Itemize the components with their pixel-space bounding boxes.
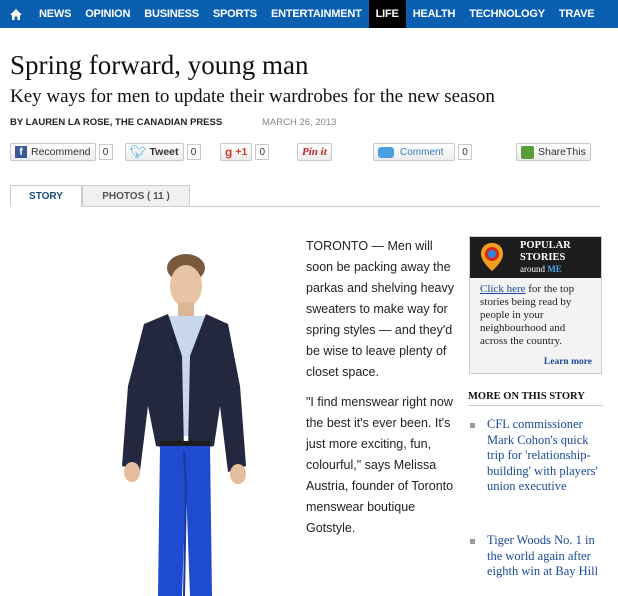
article-title: Spring forward, young man xyxy=(10,50,309,80)
popular-title-line2: STORIES xyxy=(520,252,566,263)
pin-it-button[interactable]: Pin it xyxy=(297,143,332,161)
sharethis-icon xyxy=(521,145,534,159)
nav-item-business[interactable]: BUSINESS xyxy=(137,0,206,28)
nav-item-life[interactable]: LIFE xyxy=(368,0,406,28)
sharethis: ShareThis xyxy=(516,142,591,162)
article-body: TORONTO — Men will soon be packing away … xyxy=(306,236,458,548)
pinterest: Pin it xyxy=(297,142,332,162)
popular-stories-text: Click here for the top stories being rea… xyxy=(470,278,601,348)
tweet-button[interactable]: 🐦︎ Tweet xyxy=(125,143,184,161)
divider xyxy=(468,405,603,406)
tweet-label: Tweet xyxy=(149,146,179,158)
comment-label: Comment xyxy=(400,146,444,158)
sharethis-label: ShareThis xyxy=(538,146,586,158)
tweet-count: 0 xyxy=(186,144,201,160)
around-me: around ME xyxy=(520,264,562,274)
nav-item-health[interactable]: HEALTH xyxy=(406,0,463,28)
learn-more-link[interactable]: Learn more xyxy=(544,357,592,367)
comment-icon xyxy=(378,146,394,158)
article-subtitle: Key ways for men to update their wardrob… xyxy=(10,86,495,107)
bullet-icon xyxy=(470,423,475,428)
location-pin-icon xyxy=(481,243,503,271)
facebook-icon: f xyxy=(15,146,27,158)
recommend-label: Recommend xyxy=(31,146,91,158)
recommend-count: 0 xyxy=(98,144,113,160)
google-plus-button[interactable]: g +1 xyxy=(220,143,253,161)
popular-stories-widget[interactable]: POPULAR STORIES around ME Click here for… xyxy=(469,236,602,374)
comment-count: 0 xyxy=(458,144,472,160)
article-photo[interactable] xyxy=(60,236,292,596)
google-plus-label: +1 xyxy=(235,146,248,158)
nav-item-entertainment[interactable]: ENTERTAINMENT xyxy=(264,0,369,28)
tab-photos[interactable]: PHOTOS ( 11 ) xyxy=(82,185,190,207)
list-item: CFL commissioner Mark Cohon's quick trip… xyxy=(470,417,602,495)
bullet-icon xyxy=(470,539,475,544)
list-item: Tiger Woods No. 1 in the world again aft… xyxy=(470,533,602,580)
popular-stories-header: POPULAR STORIES around ME xyxy=(470,237,601,278)
popular-title: POPULAR STORIES xyxy=(520,240,571,264)
me-label: ME xyxy=(547,264,562,274)
recommend-button[interactable]: f Recommend xyxy=(10,143,96,161)
sharethis-button[interactable]: ShareThis xyxy=(516,143,591,161)
google-plus: g +1 0 xyxy=(220,142,270,162)
google-plus-icon: g xyxy=(225,145,233,159)
nav-item-opinion[interactable]: OPINION xyxy=(78,0,137,28)
home-icon[interactable] xyxy=(0,0,32,28)
article-tabs: STORY PHOTOS ( 11 ) xyxy=(10,185,600,207)
around-label: around xyxy=(520,264,545,274)
google-plus-count: 0 xyxy=(255,144,270,160)
top-nav: NEWS OPINION BUSINESS SPORTS ENTERTAINME… xyxy=(0,0,618,28)
nav-item-news[interactable]: NEWS xyxy=(32,0,78,28)
publish-date: MARCH 26, 2013 xyxy=(262,117,337,128)
pinterest-icon: Pin it xyxy=(302,146,327,158)
comments: Comment 0 xyxy=(373,142,472,162)
facebook-recommend: f Recommend 0 xyxy=(10,142,113,162)
nav-item-sports[interactable]: SPORTS xyxy=(206,0,264,28)
byline: BY LAUREN LA ROSE, THE CANADIAN PRESS xyxy=(10,117,223,128)
twitter-tweet: 🐦︎ Tweet 0 xyxy=(125,142,201,162)
click-here-link[interactable]: Click here xyxy=(480,283,526,295)
more-on-this-story-heading: MORE ON THIS STORY xyxy=(468,391,585,402)
related-story-link[interactable]: CFL commissioner Mark Cohon's quick trip… xyxy=(487,417,602,495)
twitter-icon: 🐦︎ xyxy=(130,144,147,159)
popular-title-line1: POPULAR xyxy=(520,240,571,251)
nav-item-technology[interactable]: TECHNOLOGY xyxy=(462,0,552,28)
article-paragraph: TORONTO — Men will soon be packing away … xyxy=(306,239,455,379)
nav-item-travel[interactable]: TRAVE xyxy=(552,0,601,28)
comment-button[interactable]: Comment xyxy=(373,143,455,161)
tab-story[interactable]: STORY xyxy=(10,185,82,207)
related-story-link[interactable]: Tiger Woods No. 1 in the world again aft… xyxy=(487,533,602,580)
article-paragraph: "I find menswear right now the best it's… xyxy=(306,395,454,535)
